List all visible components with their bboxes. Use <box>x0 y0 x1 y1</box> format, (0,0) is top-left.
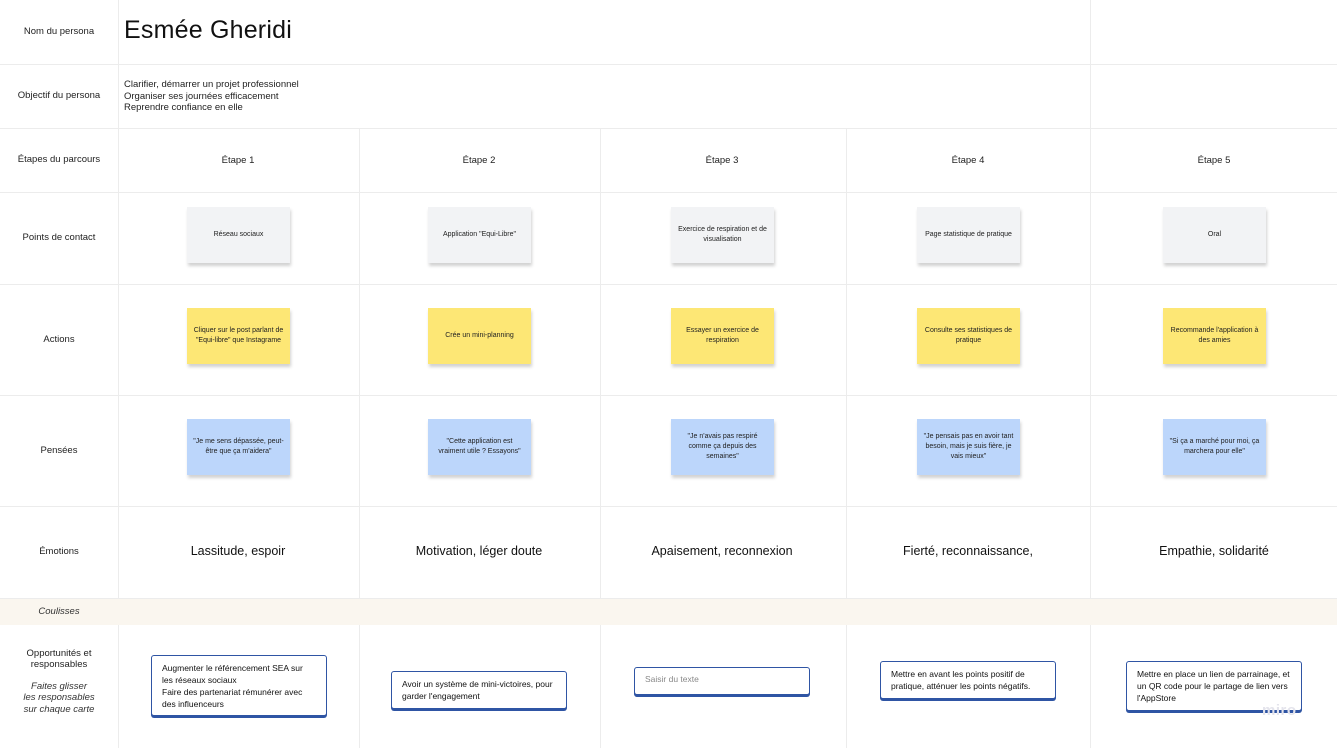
row-divider <box>0 128 1337 129</box>
row-divider <box>0 192 1337 193</box>
emotion-text[interactable]: Fierté, reconnaissance, <box>848 544 1088 558</box>
row-divider <box>0 284 1337 285</box>
row-label-touchpoints: Points de contact <box>22 232 96 244</box>
row-label-emotions: Émotions <box>39 546 79 558</box>
row-divider <box>0 395 1337 396</box>
thought-sticky-note[interactable]: "Je pensais pas en avoir tant besoin, ma… <box>917 419 1020 475</box>
touchpoint-sticky-note[interactable]: Application "Equi-Libre" <box>428 207 531 263</box>
opportunity-placeholder: Saisir du texte <box>645 674 699 684</box>
thought-sticky-note[interactable]: "Si ça a marché pour moi, ça marchera po… <box>1163 419 1266 475</box>
miro-watermark: miro <box>1262 702 1297 719</box>
emotion-text[interactable]: Empathie, solidarité <box>1094 544 1334 558</box>
row-label-stages: Étapes du parcours <box>17 154 101 166</box>
backstage-band <box>0 599 1337 625</box>
persona-goals[interactable]: Clarifier, démarrer un projet profession… <box>124 79 299 114</box>
row-label-actions: Actions <box>43 333 75 345</box>
opportunity-card[interactable]: Mettre en avant les points positif de pr… <box>880 661 1056 699</box>
stage-label: Étape 1 <box>221 155 255 166</box>
action-sticky-note[interactable]: Crée un mini-planning <box>428 308 531 364</box>
row-label-backstage: Coulisses <box>38 606 80 617</box>
persona-goal-line: Reprendre confiance en elle <box>124 102 243 113</box>
thought-sticky-note[interactable]: "Je me sens dépassée, peut-être que ça m… <box>187 419 290 475</box>
row-divider <box>0 506 1337 507</box>
action-sticky-note[interactable]: Cliquer sur le post parlant de "Equi-lib… <box>187 308 290 364</box>
emotion-text[interactable]: Motivation, léger doute <box>359 544 599 558</box>
persona-goal-line: Clarifier, démarrer un projet profession… <box>124 79 299 90</box>
opportunity-card[interactable]: Avoir un système de mini-victoires, pour… <box>391 671 567 709</box>
opportunities-hint-line: les responsables <box>23 692 95 704</box>
action-sticky-note[interactable]: Essayer un exercice de respiration <box>671 308 774 364</box>
opportunities-hint-line: Faites glisser <box>31 680 87 692</box>
action-sticky-note[interactable]: Recommande l'application à des amies <box>1163 308 1266 364</box>
column-divider <box>846 128 847 748</box>
touchpoint-sticky-note[interactable]: Exercice de respiration et de visualisat… <box>671 207 774 263</box>
opportunities-label-line: Opportunités et <box>26 648 92 659</box>
persona-name[interactable]: Esmée Gheridi <box>124 16 292 45</box>
column-divider <box>600 128 601 748</box>
row-label-persona-name: Nom du persona <box>23 26 95 38</box>
touchpoint-sticky-note[interactable]: Réseau sociaux <box>187 207 290 263</box>
stage-label: Étape 4 <box>951 155 985 166</box>
row-label-opportunities: Opportunités et responsables Faites glis… <box>0 648 118 724</box>
opportunity-card[interactable]: Augmenter le référencement SEA sur les r… <box>151 655 327 716</box>
column-divider <box>1090 0 1091 748</box>
column-divider <box>118 0 119 748</box>
row-label-thoughts: Pensées <box>40 444 78 456</box>
emotion-text[interactable]: Lassitude, espoir <box>118 544 358 558</box>
thought-sticky-note[interactable]: "Cette application est vraiment utile ? … <box>428 419 531 475</box>
opportunities-hint-line: sur chaque carte <box>23 703 95 715</box>
stage-label: Étape 2 <box>462 155 496 166</box>
row-divider <box>0 64 1337 65</box>
touchpoint-sticky-note[interactable]: Page statistique de pratique <box>917 207 1020 263</box>
opportunities-label-line: responsables <box>30 659 88 671</box>
opportunity-card-empty[interactable]: Saisir du texte <box>634 667 810 695</box>
column-divider <box>359 128 360 748</box>
stage-label: Étape 3 <box>705 155 739 166</box>
row-label-persona-goal: Objectif du persona <box>17 90 101 102</box>
persona-goal-line: Organiser ses journées efficacement <box>124 90 279 102</box>
touchpoint-sticky-note[interactable]: Oral <box>1163 207 1266 263</box>
emotion-text[interactable]: Apaisement, reconnexion <box>602 544 842 558</box>
action-sticky-note[interactable]: Consulte ses statistiques de pratique <box>917 308 1020 364</box>
stage-label: Étape 5 <box>1197 155 1231 166</box>
thought-sticky-note[interactable]: "Je n'avais pas respiré comme ça depuis … <box>671 419 774 475</box>
